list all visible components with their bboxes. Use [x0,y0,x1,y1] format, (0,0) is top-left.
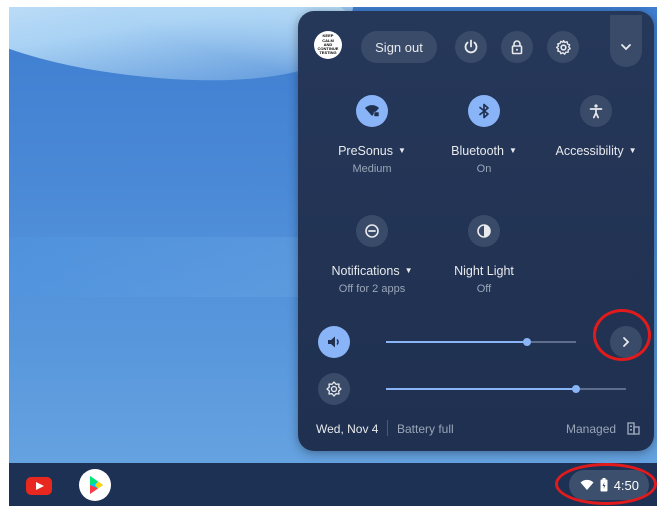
play-triangle-icon [36,482,44,490]
user-avatar[interactable]: KEEP CALM AND CONTINUE TESTING [314,31,342,59]
wifi-toggle[interactable] [356,95,388,127]
brightness-slider-thumb[interactable] [571,385,580,393]
desktop: KEEP CALM AND CONTINUE TESTING Sign out [9,7,657,506]
mute-button[interactable] [318,326,350,358]
volume-slider-fill [386,341,527,343]
lock-button[interactable] [501,31,533,63]
do-not-disturb-icon [365,224,379,238]
accessibility-menu-button[interactable]: Accessibility ▼ [544,144,648,158]
gear-icon [555,39,571,55]
youtube-icon[interactable] [26,477,52,495]
night-light-status: Off [476,283,492,295]
night-light-icon [477,224,491,238]
battery-status: Battery full [397,422,454,436]
brightness-slider-fill [386,388,576,390]
chevron-down-icon [621,44,631,51]
volume-slider[interactable] [386,338,576,346]
notifications-toggle[interactable] [356,215,388,247]
brightness-icon-button [318,373,350,405]
divider [387,420,388,436]
wifi-label: PreSonus [338,144,393,158]
brightness-slider[interactable] [386,385,626,393]
highlight-ring [593,309,651,361]
bluetooth-toggle[interactable] [468,95,500,127]
volume-icon [328,336,339,348]
wifi-lock-icon [365,105,380,117]
highlight-ring [555,463,657,505]
notifications-menu-button[interactable]: Notifications ▼ [312,264,432,278]
caret-down-icon: ▼ [508,146,517,155]
accessibility-label: Accessibility [555,144,624,158]
collapse-button[interactable] [610,15,642,67]
play-store-logo-icon [90,476,103,494]
caret-down-icon: ▼ [404,266,413,275]
wifi-strength: Medium [352,163,392,175]
sign-out-button[interactable]: Sign out [361,31,437,63]
brightness-icon [326,381,342,397]
night-light-toggle[interactable] [468,215,500,247]
accessibility-toggle[interactable] [580,95,612,127]
bluetooth-label: Bluetooth [451,144,504,158]
wallpaper-band [9,237,309,297]
settings-button[interactable] [547,31,579,63]
caret-down-icon: ▼ [397,146,406,155]
notifications-status: Off for 2 apps [338,283,406,295]
volume-slider-thumb[interactable] [522,338,531,346]
quick-settings-panel: KEEP CALM AND CONTINUE TESTING Sign out [298,11,654,451]
notifications-label: Notifications [331,264,400,278]
building-icon [627,422,640,435]
date-label[interactable]: Wed, Nov 4 [316,422,378,436]
lock-icon [511,40,523,55]
caret-down-icon: ▼ [628,146,637,155]
wifi-menu-button[interactable]: PreSonus ▼ [318,144,426,158]
bluetooth-menu-button[interactable]: Bluetooth ▼ [430,144,538,158]
power-icon [464,39,478,54]
bluetooth-icon [479,103,489,119]
play-store-icon[interactable] [79,469,111,501]
accessibility-icon [589,104,603,119]
bluetooth-status: On [476,163,492,175]
managed-label[interactable]: Managed [566,422,616,436]
power-button[interactable] [455,31,487,63]
night-light-label: Night Light [454,264,514,278]
avatar-text-line: TESTING [319,50,337,56]
